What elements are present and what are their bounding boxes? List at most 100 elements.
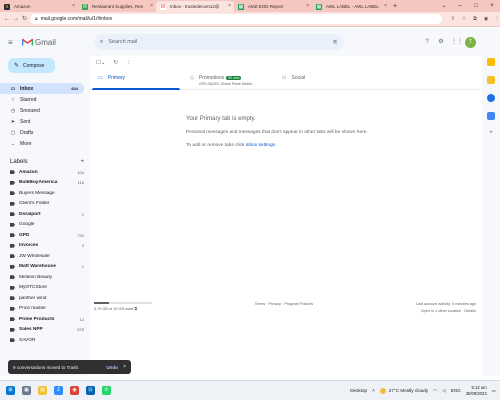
extensions-icon[interactable]: ⧉: [471, 15, 479, 23]
apps-grid-icon[interactable]: ⋮⋮: [451, 38, 463, 46]
chevron-up-icon[interactable]: ˄: [372, 388, 375, 393]
notifications-icon[interactable]: ▭: [492, 388, 496, 394]
main-menu-icon[interactable]: ≡: [8, 38, 18, 47]
label-item[interactable]: Doralport 1: [0, 209, 84, 220]
close-tab-icon[interactable]: ×: [150, 3, 153, 9]
language-indicator[interactable]: ENG: [451, 388, 461, 393]
label-item[interactable]: Prime Products 12: [0, 314, 84, 325]
activity-details-link[interactable]: Open in 1 other location · Details: [416, 309, 476, 313]
task-view-icon[interactable]: ▣: [22, 386, 31, 395]
forward-arrow-icon[interactable]: →: [13, 15, 19, 24]
label-tag-icon: [10, 264, 15, 269]
browser-tab[interactable]: ▦ AWL LABEL - AWL LABEL ×: [312, 1, 390, 12]
label-count: 1: [81, 264, 84, 270]
windows-start-icon[interactable]: ⊞: [6, 386, 15, 395]
browser-tab[interactable]: R Restaurant Supplies, Res ×: [78, 1, 156, 12]
help-icon[interactable]: ?: [423, 38, 431, 46]
close-tab-icon[interactable]: ×: [384, 3, 387, 9]
new-tab-button[interactable]: +: [390, 1, 400, 12]
lock-icon[interactable]: 🔒︎: [35, 16, 38, 22]
label-item[interactable]: Price master: [0, 304, 84, 315]
whatsapp-icon[interactable]: ✆: [102, 386, 111, 395]
label-item[interactable]: Invoices 3: [0, 241, 84, 252]
add-addon-icon[interactable]: +: [489, 130, 493, 136]
label-item[interactable]: GPD 792: [0, 230, 84, 241]
external-link-icon[interactable]: ⧉: [134, 307, 137, 311]
zoom-icon[interactable]: Z: [54, 386, 63, 395]
close-tab-icon[interactable]: ×: [228, 3, 231, 9]
minimize-icon[interactable]: –: [452, 0, 468, 12]
search-input[interactable]: ⌕ Search mail ⚟: [93, 34, 344, 50]
nav-item-drafts[interactable]: ▢ Drafts: [0, 127, 84, 138]
nav-item-starred[interactable]: ☆ Starred: [0, 94, 84, 105]
settings-gear-icon[interactable]: ⚙: [437, 38, 445, 46]
file-explorer-icon[interactable]: ▤: [38, 386, 47, 395]
tab-promotions[interactable]: ◇ Promotions 50 new GPD SALES, Global Pr…: [182, 70, 274, 89]
volume-icon[interactable]: ◁: [442, 388, 446, 394]
label-item[interactable]: Melanin Beauty: [0, 272, 84, 283]
profile-icon[interactable]: ◉: [482, 15, 490, 23]
desktop-label[interactable]: Desktop: [350, 388, 367, 393]
menu-kebab-icon[interactable]: ⋮: [493, 15, 500, 23]
label-item[interactable]: panther wind: [0, 293, 84, 304]
label-item[interactable]: Sales NPP 675: [0, 325, 84, 336]
nav-item-inbox[interactable]: ▭ Inbox 604: [0, 83, 84, 94]
label-item[interactable]: Amazon 104: [0, 167, 84, 178]
calendar-icon[interactable]: [487, 58, 495, 66]
undo-button[interactable]: Undo: [106, 365, 118, 370]
select-checkbox-icon[interactable]: ☐⌄: [96, 60, 106, 66]
browser-tab-label: AWL LABEL - AWL LABEL: [326, 4, 379, 9]
weather-widget[interactable]: 27°C Mostly cloudy: [379, 387, 428, 394]
store-icon[interactable]: ⊡: [86, 386, 95, 395]
close-window-icon[interactable]: ×: [484, 0, 500, 12]
label-item[interactable]: BulkBuyAmerica 116: [0, 178, 84, 189]
maximize-icon[interactable]: □: [468, 0, 484, 12]
search-icon[interactable]: ⌕: [100, 39, 103, 46]
hint-suffix: .: [275, 143, 277, 148]
browser-tab[interactable]: a Amazon ×: [0, 1, 78, 12]
share-icon[interactable]: ⇪: [449, 15, 457, 23]
clock[interactable]: 5:12 am 30/09/2023: [466, 385, 487, 397]
label-item[interactable]: MyOTCStore: [0, 283, 84, 294]
footer-links[interactable]: Terms · Privacy · Program Policies: [255, 302, 313, 316]
label-item[interactable]: SAVOR: [0, 335, 84, 346]
gmail-logo[interactable]: Gmail: [22, 38, 56, 47]
keep-icon[interactable]: [487, 76, 495, 84]
contacts-icon[interactable]: [487, 112, 495, 120]
nav-item-more[interactable]: ⌄ More: [0, 138, 84, 149]
browser-tab[interactable]: ▦ AMZ EOD Report ×: [234, 1, 312, 12]
os-taskbar: ⊞ ▣ ▤ Z ◉ ⊡ ✆ Desktop ˄ 27°C Mostly clou…: [0, 380, 500, 400]
tasks-icon[interactable]: [487, 94, 495, 102]
browser-tab-label: AMZ EOD Report: [248, 4, 284, 9]
wifi-icon[interactable]: ◠: [433, 388, 437, 394]
browser-tab-active[interactable]: M Inbox - trustedecom12@ ×: [156, 1, 234, 12]
tab-social-label: Social: [291, 75, 306, 81]
tab-search-icon[interactable]: ⌄: [436, 0, 452, 12]
account-avatar[interactable]: T: [465, 36, 476, 48]
nav-item-snoozed[interactable]: ◷ Snoozed: [0, 105, 84, 116]
label-item[interactable]: JW Wholesale: [0, 251, 84, 262]
reload-icon[interactable]: ↻: [22, 15, 27, 24]
back-arrow-icon[interactable]: ←: [4, 15, 10, 24]
close-icon[interactable]: ×: [123, 364, 126, 370]
label-item[interactable]: Buyers Message: [0, 188, 84, 199]
tab-social[interactable]: ⚇ Social: [274, 70, 366, 89]
close-tab-icon[interactable]: ×: [72, 3, 75, 9]
storage-text[interactable]: 3.79 GB of 15 GB used: [94, 307, 133, 311]
more-options-icon[interactable]: ⋮: [126, 60, 132, 66]
search-filter-icon[interactable]: ⚟: [333, 39, 338, 46]
chrome-icon[interactable]: ◉: [70, 386, 79, 395]
bookmark-star-icon[interactable]: ☆: [460, 15, 468, 23]
labels-heading: Labels +: [0, 157, 84, 167]
label-item[interactable]: Google: [0, 220, 84, 231]
refresh-icon[interactable]: ↻: [114, 60, 119, 66]
close-tab-icon[interactable]: ×: [306, 3, 309, 9]
label-item[interactable]: Client's Folder: [0, 199, 84, 210]
nav-item-sent[interactable]: ➤ Sent: [0, 116, 84, 127]
inbox-settings-link[interactable]: inbox settings: [246, 143, 275, 148]
add-label-icon[interactable]: +: [80, 159, 84, 165]
compose-button[interactable]: ✎ Compose: [8, 58, 55, 73]
tab-primary[interactable]: ▭ Primary: [90, 70, 182, 90]
label-item[interactable]: Matt Warehouse 1: [0, 262, 84, 273]
url-field[interactable]: 🔒︎ mail.google.com/mail/u/1/#inbox: [30, 14, 443, 24]
